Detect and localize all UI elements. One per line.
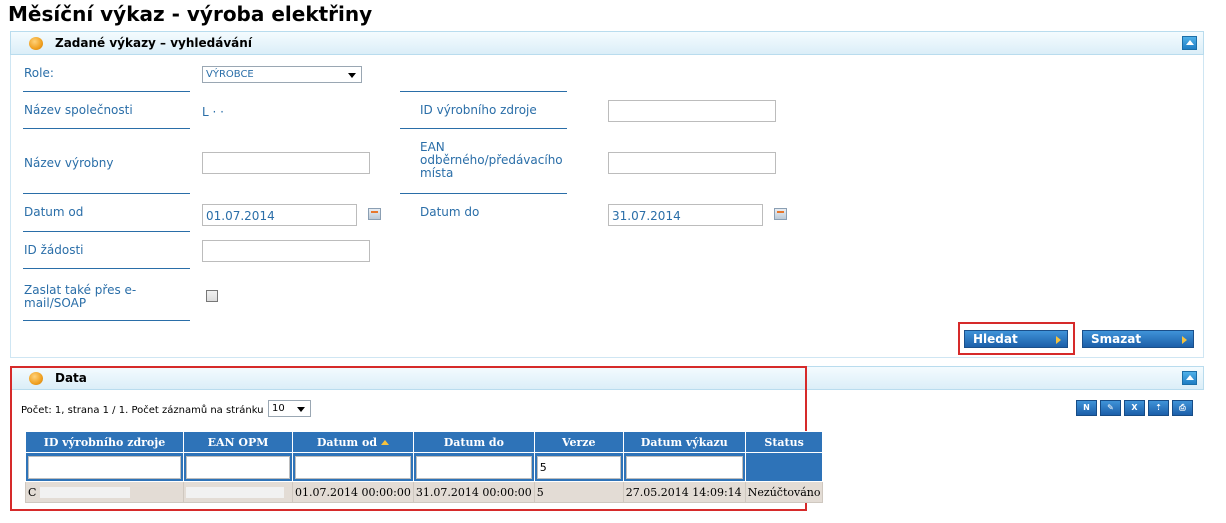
filter-version-input[interactable]: 5 [536,455,621,479]
role-select-value: VÝROBCE [206,69,254,80]
search-panel-title: Zadané výkazy – vyhledávání [55,36,252,50]
date-from-label: Datum od [24,205,84,219]
ean-input[interactable] [608,152,776,174]
cell-date-from: 01.07.2014 00:00:00 [292,481,414,503]
role-select[interactable]: VÝROBCE [202,66,362,83]
page-title: Měsíční výkaz - výroba elektřiny [8,2,373,26]
redacted-block [39,487,130,498]
search-button-label: Hledat [973,332,1018,346]
cell-ean [183,481,293,503]
search-form [10,55,1204,358]
column-header-report-date[interactable]: Datum výkazu [622,431,746,453]
play-arrow-icon [1182,336,1187,344]
column-header-date-from[interactable]: Datum od [292,431,414,453]
column-header-version[interactable]: Verze [533,431,624,453]
filter-cell [412,452,535,482]
divider [23,193,190,194]
search-button[interactable]: Hledat [964,330,1068,348]
excel-export-icon[interactable]: X [1124,400,1145,416]
company-value: L · · [202,105,224,119]
data-table: ID výrobního zdroje EAN OPM Datum od Dat… [25,431,824,503]
role-label: Role: [24,66,54,80]
clear-button[interactable]: Smazat [1082,330,1194,348]
filter-cell [292,452,414,482]
ean-label-line-3: místa [420,166,454,180]
edit-icon[interactable]: ✎ [1100,400,1121,416]
filter-row: 5 [25,452,824,482]
request-id-input[interactable] [202,240,370,262]
divider [23,268,190,269]
table-row[interactable]: C 01.07.2014 00:00:00 31.07.2014 00:00:0… [25,481,824,503]
filter-cell [183,452,293,482]
plant-input[interactable] [202,152,370,174]
divider [23,320,190,321]
chevron-down-icon [348,73,356,78]
date-to-input[interactable]: 31.07.2014 [608,204,763,226]
filter-cell [744,452,824,482]
filter-cell: 5 [533,452,624,482]
cell-source-id: C [25,481,184,503]
source-id-label: ID výrobního zdroje [420,103,537,117]
redacted-block [186,487,284,498]
sort-ascending-icon [381,439,390,445]
new-record-icon[interactable]: N [1076,400,1097,416]
cell-report-date: 27.05.2014 14:09:14 [622,481,746,503]
filter-date-from-input[interactable] [295,455,411,479]
column-header-date-to[interactable]: Datum do [412,431,535,453]
divider [400,193,567,194]
column-header-status[interactable]: Status [744,431,824,453]
import-icon[interactable]: ⇡ [1148,400,1169,416]
email-label-line-2: mail/SOAP [24,296,87,310]
request-id-label: ID žádosti [24,243,84,257]
filter-source-id-input[interactable] [28,455,181,479]
source-id-input[interactable] [608,100,776,122]
divider [23,128,190,129]
column-header-source-id[interactable]: ID výrobního zdroje [25,431,184,453]
play-arrow-icon [1056,336,1061,344]
divider [23,231,190,232]
cell-status: Nezúčtováno [744,481,824,503]
clear-button-label: Smazat [1091,332,1142,346]
cell-date-to: 31.07.2014 00:00:00 [412,481,535,503]
filter-cell [622,452,746,482]
collapse-search-panel-icon[interactable] [1182,36,1197,50]
calendar-icon[interactable] [368,208,381,220]
calendar-icon[interactable] [774,208,787,220]
panel-bullet-icon [29,37,43,50]
date-from-input[interactable]: 01.07.2014 [202,204,357,226]
filter-ean-input[interactable] [186,455,290,479]
date-to-label: Datum do [420,205,480,219]
company-label: Název společnosti [24,103,133,117]
search-panel-header: Zadané výkazy – vyhledávání [10,31,1204,55]
print-icon[interactable]: ⎙ [1172,400,1193,416]
column-header-ean[interactable]: EAN OPM [183,431,293,453]
filter-cell [25,452,184,482]
table-header-row: ID výrobního zdroje EAN OPM Datum od Dat… [25,431,824,453]
divider [400,91,567,92]
plant-label: Název výrobny [24,156,114,170]
cell-version: 5 [533,481,624,503]
divider [400,128,567,129]
divider [23,91,190,92]
filter-date-to-input[interactable] [415,455,532,479]
send-email-checkbox[interactable] [206,290,218,302]
filter-report-date-input[interactable] [625,455,743,479]
collapse-data-panel-icon[interactable] [1182,371,1197,385]
